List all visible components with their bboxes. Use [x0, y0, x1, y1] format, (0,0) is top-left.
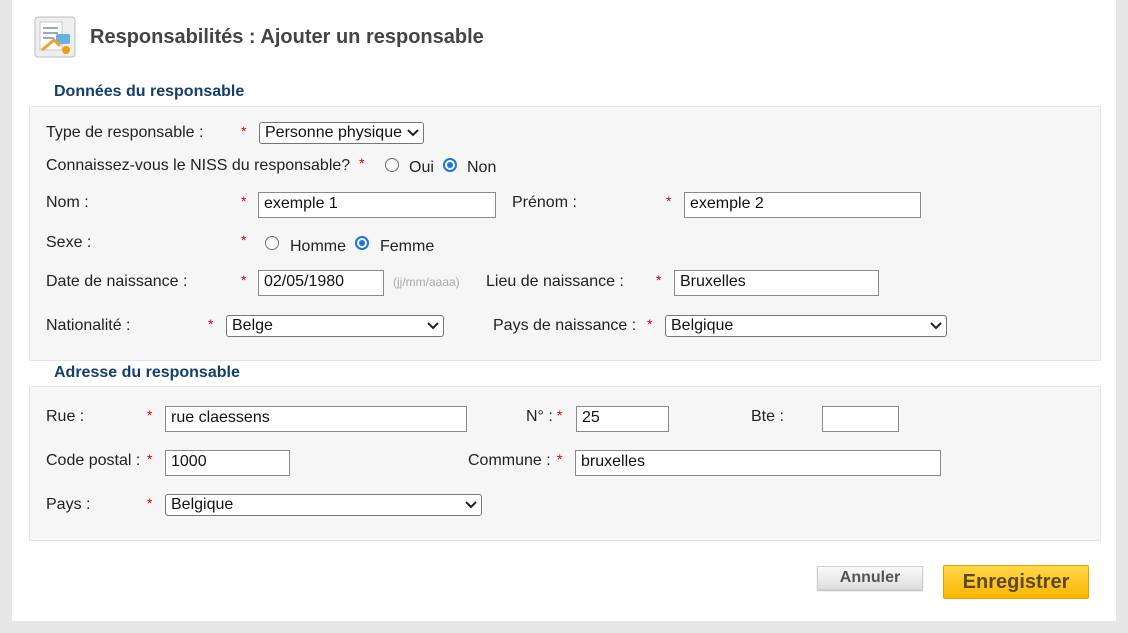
required-marker: * [557, 451, 563, 467]
main-panel: Responsabilités : Ajouter un responsable… [12, 0, 1116, 621]
niss-non-label: Non [467, 159, 497, 176]
numero-label: N° : [526, 408, 553, 425]
commune-input[interactable]: bruxelles [575, 450, 941, 476]
boite-label: Bte : [751, 408, 784, 425]
nationalite-select[interactable]: Belge [226, 315, 444, 337]
sexe-femme-label: Femme [380, 238, 435, 255]
sexe-femme-radio[interactable] [355, 236, 369, 250]
nom-label: Nom : [46, 194, 89, 211]
required-marker: * [656, 272, 662, 288]
sexe-label: Sexe : [46, 234, 92, 251]
form-document-icon [34, 16, 76, 58]
required-marker: * [241, 193, 247, 209]
required-marker: * [147, 495, 153, 511]
pays-naissance-select-value: Belgique [671, 317, 734, 334]
commune-label: Commune : [468, 452, 551, 469]
boite-input[interactable] [822, 406, 899, 432]
niss-non-radio[interactable] [443, 158, 457, 172]
prenom-label: Prénom : [512, 194, 577, 211]
niss-oui-label: Oui [409, 159, 434, 176]
sexe-homme-label: Homme [290, 238, 347, 255]
niss-label: Connaissez-vous le NISS du responsable? [46, 157, 351, 174]
required-marker: * [241, 123, 247, 139]
required-marker: * [557, 407, 563, 423]
numero-input[interactable]: 25 [576, 406, 669, 432]
code-postal-label: Code postal : [46, 452, 141, 469]
nationalite-select-value: Belge [232, 317, 273, 334]
type-select-value: Personne physique [265, 124, 402, 141]
required-marker: * [666, 193, 672, 209]
chevron-down-icon [465, 501, 477, 509]
required-marker: * [147, 451, 153, 467]
pays-select-value: Belgique [171, 496, 234, 513]
required-marker: * [647, 316, 653, 332]
date-format-hint: (jj/mm/aaaa) [393, 275, 460, 289]
type-select[interactable]: Personne physique [259, 122, 424, 144]
niss-oui-radio[interactable] [385, 158, 399, 172]
sexe-homme-radio[interactable] [265, 236, 279, 250]
required-marker: * [359, 155, 365, 171]
required-marker: * [147, 407, 153, 423]
nationalite-label: Nationalité : [46, 317, 131, 334]
required-marker: * [241, 232, 247, 248]
chevron-down-icon [407, 129, 419, 137]
type-label: Type de responsable : [46, 124, 204, 141]
rue-input[interactable]: rue claessens [165, 406, 467, 432]
pays-naissance-label: Pays de naissance : [493, 317, 637, 334]
required-marker: * [208, 316, 214, 332]
required-marker: * [241, 272, 247, 288]
cancel-button[interactable]: Annuler [817, 566, 923, 590]
pays-select[interactable]: Belgique [165, 494, 482, 516]
page-title: Responsabilités : Ajouter un responsable [90, 26, 484, 48]
section-title-adresse: Adresse du responsable [54, 364, 240, 381]
chevron-down-icon [427, 322, 439, 330]
lieu-input[interactable]: Bruxelles [674, 270, 879, 296]
lieu-label: Lieu de naissance : [486, 273, 624, 290]
pays-label: Pays : [46, 496, 91, 513]
section-title-donnees: Données du responsable [54, 83, 245, 100]
naissance-input[interactable]: 02/05/1980 [258, 270, 384, 296]
nom-input[interactable]: exemple 1 [258, 192, 496, 218]
naissance-label: Date de naissance : [46, 273, 188, 290]
pays-naissance-select[interactable]: Belgique [665, 315, 947, 337]
rue-label: Rue : [46, 408, 85, 425]
save-button[interactable]: Enregistrer [943, 565, 1089, 599]
chevron-down-icon [930, 322, 942, 330]
code-postal-input[interactable]: 1000 [165, 450, 290, 476]
prenom-input[interactable]: exemple 2 [684, 192, 921, 218]
